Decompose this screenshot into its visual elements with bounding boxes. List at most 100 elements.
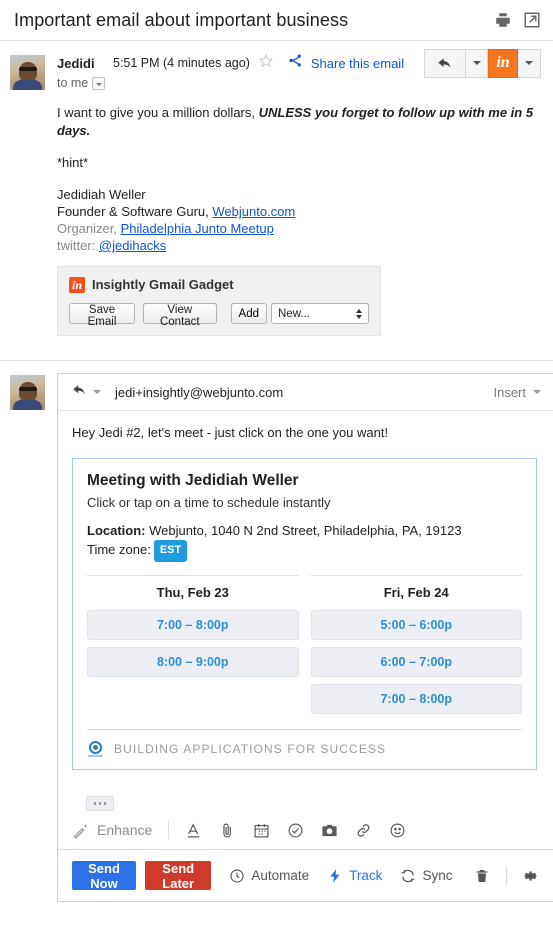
- compose-box: jedi+insightly@webjunto.com Insert Hey J…: [57, 373, 553, 902]
- day-column: Fri, Feb 24 5:00 – 6:00p 6:00 – 7:00p 7:…: [310, 575, 522, 721]
- email-body: I want to give you a million dollars, UN…: [57, 90, 541, 336]
- scheduler-grid: Thu, Feb 23 7:00 – 8:00p 8:00 – 9:00p Fr…: [87, 575, 522, 721]
- insert-menu[interactable]: Insert: [493, 385, 541, 400]
- signature-org-text: Organizer,: [57, 221, 121, 236]
- insightly-options-button[interactable]: [518, 48, 541, 78]
- insightly-gadget: in Insightly Gmail Gadget Save Email Vie…: [57, 266, 381, 336]
- scheduler-footer-text: BUILDING APPLICATIONS FOR SUCCESS: [114, 741, 387, 756]
- sync-label: Sync: [422, 868, 453, 883]
- reply-mode-caret-icon[interactable]: [93, 390, 101, 394]
- twitter-handle-link[interactable]: @jedihacks: [99, 238, 166, 253]
- time-slot[interactable]: 5:00 – 6:00p: [310, 610, 522, 640]
- star-icon[interactable]: [250, 53, 274, 74]
- recipient-label: to me: [57, 76, 89, 90]
- scheduler-subtitle: Click or tap on a time to schedule insta…: [87, 495, 331, 510]
- popout-icon[interactable]: [523, 11, 541, 29]
- automate-button[interactable]: Automate: [229, 868, 309, 884]
- view-contact-button[interactable]: View Contact: [143, 303, 217, 328]
- signature-twitter: twitter: @jedihacks: [57, 237, 541, 254]
- send-toolbar: Send Now Send Later Automate Track Sync: [58, 850, 553, 901]
- send-now-button[interactable]: Send Now: [72, 861, 137, 891]
- scheduler-footer: BUILDING APPLICATIONS FOR SUCCESS: [87, 729, 522, 769]
- compose-recipient[interactable]: jedi+insightly@webjunto.com: [115, 385, 283, 400]
- email-signature: Jedidiah Weller Founder & Software Guru,…: [57, 186, 541, 254]
- scheduler-title: Meeting with Jedidiah Weller: [87, 472, 299, 489]
- day-column: Thu, Feb 23 7:00 – 8:00p 8:00 – 9:00p: [87, 575, 299, 721]
- gadget-button-row: Save Email View Contact Add New...: [69, 303, 369, 328]
- thread-header: Important email about important business: [0, 0, 553, 41]
- email-message: Jedidi 5:51 PM (4 minutes ago) Share thi…: [0, 41, 553, 336]
- save-email-button[interactable]: Save Email: [69, 303, 136, 328]
- timezone-badge: EST: [153, 540, 188, 562]
- recipient-details-caret-icon[interactable]: [92, 76, 106, 90]
- day-label: Fri, Feb 24: [383, 585, 449, 600]
- scheduler-meta: Location: Webjunto, 1040 N 2nd Street, P…: [87, 521, 522, 562]
- add-button[interactable]: Add: [230, 303, 267, 324]
- signature-name: Jedidiah Weller: [57, 187, 146, 202]
- signature-org: Organizer, Philadelphia Junto Meetup: [57, 220, 541, 237]
- message-timestamp: 5:51 PM (4 minutes ago): [113, 56, 250, 70]
- message-actions: in: [416, 48, 541, 78]
- track-button[interactable]: Track: [327, 868, 382, 884]
- print-icon[interactable]: [494, 11, 512, 29]
- time-slot[interactable]: 7:00 – 8:00p: [310, 684, 522, 714]
- time-slot[interactable]: 7:00 – 8:00p: [87, 610, 299, 640]
- compose-avatar: [10, 375, 45, 410]
- check-circle-icon[interactable]: [287, 822, 304, 839]
- body-paragraph-1: I want to give you a million dollars, UN…: [57, 104, 541, 140]
- camera-icon[interactable]: [321, 822, 338, 839]
- page-title: Important email about important business: [14, 9, 349, 30]
- day-label: Thu, Feb 23: [156, 585, 229, 600]
- settings-gear-icon[interactable]: [523, 868, 539, 884]
- enhance-button[interactable]: Enhance: [72, 822, 152, 839]
- time-slot[interactable]: 6:00 – 7:00p: [310, 647, 522, 677]
- insightly-button[interactable]: in: [488, 48, 518, 78]
- track-label: Track: [349, 868, 383, 883]
- junto-meetup-link[interactable]: Philadelphia Junto Meetup: [121, 221, 274, 236]
- attachment-icon[interactable]: [219, 822, 236, 839]
- recipient-row: to me: [57, 76, 541, 90]
- share-icon[interactable]: [274, 53, 303, 73]
- show-trimmed-content-button[interactable]: [86, 796, 114, 811]
- location-value: Webjunto, 1040 N 2nd Street, Philadelphi…: [145, 523, 462, 538]
- avatar: [10, 55, 45, 90]
- scheduling-card: Meeting with Jedidiah Weller Click or ta…: [72, 458, 537, 770]
- discard-draft-button[interactable]: [474, 868, 490, 884]
- sync-button[interactable]: Sync: [400, 868, 452, 884]
- enhance-label: Enhance: [97, 822, 153, 838]
- scheduler-timezone: Time zone: EST: [87, 540, 522, 562]
- send-later-button[interactable]: Send Later: [145, 861, 212, 891]
- stepper-icon: [356, 308, 362, 319]
- compose-header: jedi+insightly@webjunto.com Insert: [58, 374, 553, 411]
- reply-options-button[interactable]: [465, 48, 488, 78]
- format-toolbar: Enhance: [58, 811, 553, 850]
- signature-role: Founder & Software Guru, Webjunto.com: [57, 203, 541, 220]
- insert-label: Insert: [493, 384, 526, 400]
- compose-area: jedi+insightly@webjunto.com Insert Hey J…: [0, 361, 553, 902]
- signature-role-text: Founder & Software Guru,: [57, 204, 213, 219]
- compose-text: Hey Jedi #2, let's meet - just click on …: [72, 425, 389, 440]
- gadget-title: Insightly Gmail Gadget: [92, 277, 234, 292]
- time-slot[interactable]: 8:00 – 9:00p: [87, 647, 299, 677]
- send-toolbar-divider: [506, 865, 507, 886]
- insert-caret-icon: [533, 390, 541, 394]
- add-type-value: New...: [278, 307, 310, 320]
- body-text-plain: I want to give you a million dollars,: [57, 105, 259, 120]
- add-type-select[interactable]: New...: [271, 303, 369, 324]
- insightly-logo-icon: in: [69, 277, 85, 293]
- calendar-icon[interactable]: [253, 822, 270, 839]
- format-icon-group: [185, 822, 406, 839]
- location-label: Location:: [87, 523, 146, 538]
- emoji-icon[interactable]: [389, 822, 406, 839]
- link-icon[interactable]: [355, 822, 372, 839]
- webjunto-link[interactable]: Webjunto.com: [212, 204, 295, 219]
- share-this-email-link[interactable]: Share this email: [311, 56, 404, 71]
- reply-button[interactable]: [424, 48, 465, 78]
- add-group: Add New...: [230, 303, 369, 324]
- reply-mode-icon[interactable]: [72, 382, 87, 402]
- timezone-label: Time zone:: [87, 542, 151, 557]
- font-icon[interactable]: [185, 822, 202, 839]
- scheduler-location: Location: Webjunto, 1040 N 2nd Street, P…: [87, 521, 522, 540]
- automate-label: Automate: [251, 868, 310, 883]
- compose-body[interactable]: Hey Jedi #2, let's meet - just click on …: [58, 411, 553, 811]
